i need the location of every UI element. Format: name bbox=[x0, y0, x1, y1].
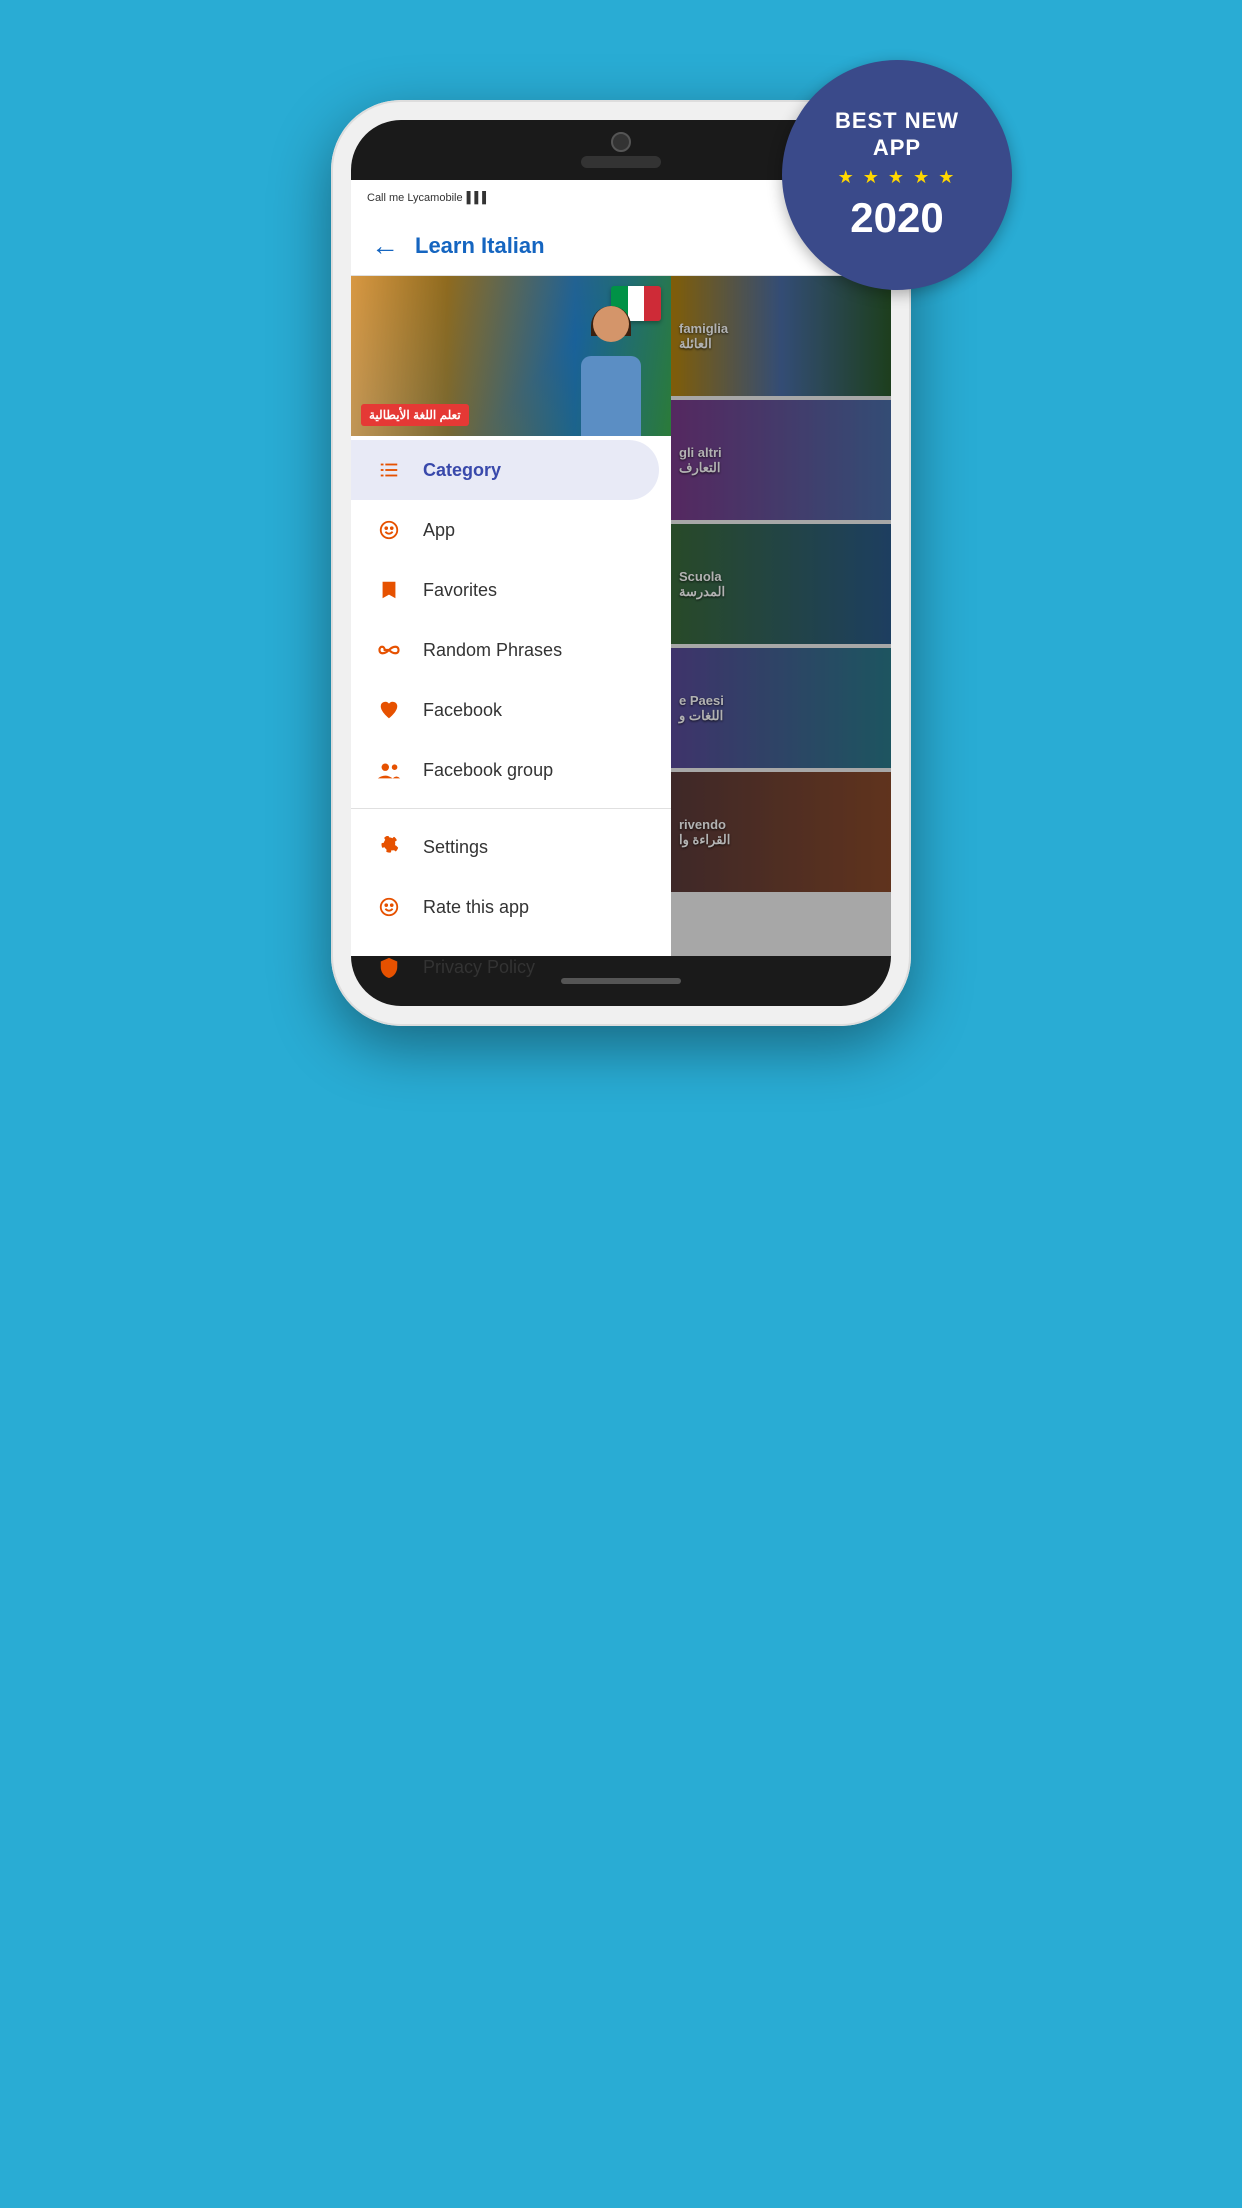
menu-label-facebook-group: Facebook group bbox=[423, 760, 553, 781]
menu-item-favorites[interactable]: Favorites bbox=[351, 560, 671, 620]
menu-label-privacy: Privacy Policy bbox=[423, 957, 535, 978]
back-button[interactable]: ← bbox=[371, 230, 399, 262]
phone-speaker bbox=[581, 156, 661, 168]
drawer-header-image: تعلم اللغة الأيطالية bbox=[351, 276, 671, 436]
drawer-scrim[interactable] bbox=[671, 276, 891, 956]
phone-camera bbox=[611, 132, 631, 152]
screen-content: تعلم اللغة الأيطالية Category bbox=[351, 276, 891, 956]
menu-label-rate-app: Rate this app bbox=[423, 897, 529, 918]
menu-section-main: Category App bbox=[351, 436, 671, 804]
menu-label-favorites: Favorites bbox=[423, 580, 497, 601]
bookmark-icon-favorites bbox=[371, 572, 407, 608]
group-icon-facebook bbox=[371, 752, 407, 788]
menu-item-facebook[interactable]: Facebook bbox=[351, 680, 671, 740]
status-left: Call me Lycamobile ▌▌▌ bbox=[367, 192, 490, 204]
smiley-icon-rate bbox=[371, 889, 407, 925]
app-bar-title: Learn Italian bbox=[415, 233, 545, 259]
woman-figure bbox=[571, 306, 651, 436]
menu-label-category: Category bbox=[423, 460, 501, 481]
woman-head bbox=[593, 306, 629, 342]
menu-item-rate-app[interactable]: Rate this app bbox=[351, 877, 671, 937]
phone-inner: Call me Lycamobile ▌▌▌ ▐░ 9% ← Learn Ita… bbox=[351, 120, 891, 1006]
menu-divider bbox=[351, 808, 671, 809]
menu-label-random-phrases: Random Phrases bbox=[423, 640, 562, 661]
menu-label-facebook: Facebook bbox=[423, 700, 502, 721]
gear-icon bbox=[371, 829, 407, 865]
badge-title-line2: APP bbox=[873, 135, 921, 161]
menu-item-category[interactable]: Category bbox=[351, 440, 659, 500]
menu-item-facebook-group[interactable]: Facebook group bbox=[351, 740, 671, 800]
drawer-header-text: تعلم اللغة الأيطالية bbox=[361, 404, 469, 426]
menu-item-more[interactable]: moor bbox=[351, 997, 671, 1006]
drawer-header: تعلم اللغة الأيطالية bbox=[351, 276, 671, 436]
menu-item-random-phrases[interactable]: Random Phrases bbox=[351, 620, 671, 680]
badge-title-line1: BEST NEW bbox=[835, 108, 959, 134]
menu-label-app: App bbox=[423, 520, 455, 541]
menu-label-settings: Settings bbox=[423, 837, 488, 858]
menu-item-app[interactable]: App bbox=[351, 500, 671, 560]
signal-icon: ▌▌▌ bbox=[467, 192, 490, 204]
infinity-icon bbox=[371, 632, 407, 668]
menu-section-secondary: Settings Rate this app bbox=[351, 813, 671, 1006]
carrier-name: Call me Lycamobile bbox=[367, 192, 463, 204]
best-new-app-badge: BEST NEW APP ★ ★ ★ ★ ★ 2020 bbox=[782, 60, 1012, 290]
navigation-drawer: تعلم اللغة الأيطالية Category bbox=[351, 276, 671, 956]
smiley-icon-app bbox=[371, 512, 407, 548]
woman-body bbox=[581, 356, 641, 436]
heart-icon-facebook bbox=[371, 692, 407, 728]
list-icon bbox=[371, 452, 407, 488]
menu-item-privacy[interactable]: Privacy Policy bbox=[351, 937, 671, 997]
menu-item-settings[interactable]: Settings bbox=[351, 817, 671, 877]
badge-stars: ★ ★ ★ ★ ★ bbox=[838, 167, 957, 188]
badge-year: 2020 bbox=[850, 194, 943, 242]
shield-icon bbox=[371, 949, 407, 985]
